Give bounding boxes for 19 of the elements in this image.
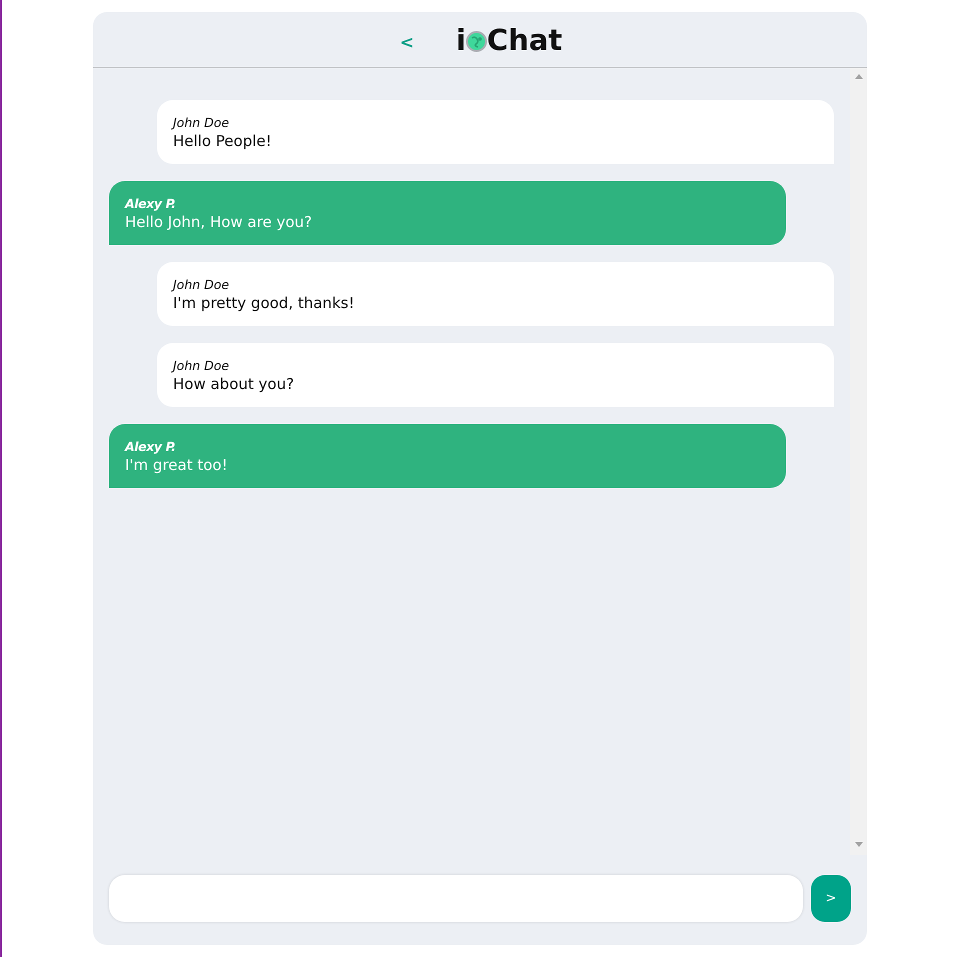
message-text: I'm great too! bbox=[125, 455, 228, 475]
globe-icon bbox=[466, 30, 487, 52]
message-input-field[interactable] bbox=[109, 875, 803, 922]
message-text: Hello People! bbox=[173, 131, 272, 151]
sender-name: John Doe bbox=[173, 277, 230, 293]
send-button[interactable]: > bbox=[811, 875, 851, 922]
logo-text: Chat bbox=[486, 22, 562, 56]
sender-name: Alexy P. bbox=[125, 196, 176, 212]
logo-text: i bbox=[456, 22, 466, 56]
back-button[interactable]: < bbox=[398, 32, 416, 52]
sender-name: John Doe bbox=[173, 115, 230, 131]
sender-name: Alexy P. bbox=[125, 439, 176, 455]
message-text: Hello John, How are you? bbox=[125, 212, 312, 232]
scroll-down-icon[interactable] bbox=[854, 842, 862, 847]
sender-name: John Doe bbox=[173, 358, 230, 374]
scroll-up-icon[interactable] bbox=[854, 74, 862, 79]
scrollbar-track[interactable] bbox=[850, 68, 867, 855]
message-text: How about you? bbox=[173, 374, 294, 394]
message-text: I'm pretty good, thanks! bbox=[173, 293, 354, 313]
